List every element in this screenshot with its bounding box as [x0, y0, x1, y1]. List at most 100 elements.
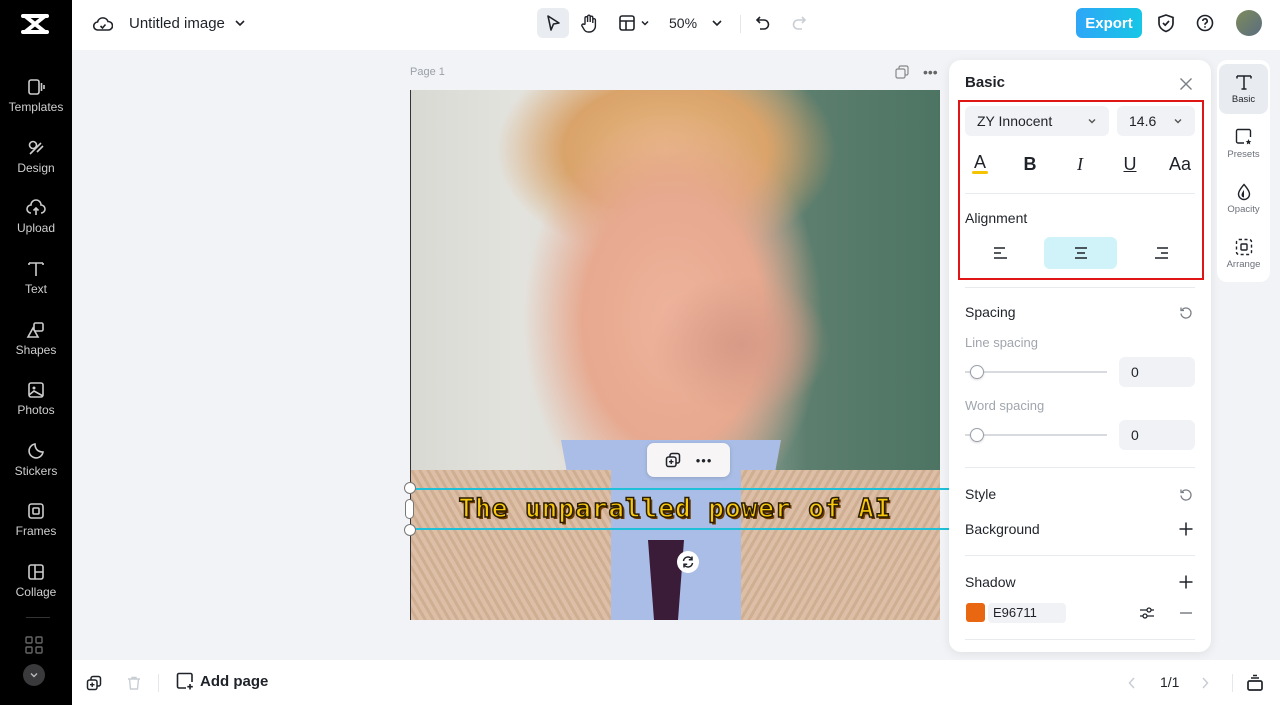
tab-arrange[interactable]: Arrange: [1219, 229, 1268, 279]
sidebar-item-label: Design: [17, 161, 55, 175]
line-spacing-slider[interactable]: [965, 371, 1107, 373]
sidebar-item-collage[interactable]: Collage: [0, 562, 72, 618]
sidebar-item-label: Templates: [8, 100, 64, 114]
top-toolbar: Untitled image 50% Export: [72, 0, 1280, 50]
style-label: Style: [965, 486, 997, 502]
add-page-button[interactable]: Add page: [176, 672, 268, 690]
cloud-check-icon: [93, 17, 113, 31]
zoom-dropdown-button[interactable]: [710, 16, 724, 30]
panel-divider: [965, 287, 1195, 288]
tab-presets[interactable]: Presets: [1219, 119, 1268, 169]
duplicate-page-icon[interactable]: [895, 65, 909, 79]
sidebar-item-label: Collage: [15, 585, 57, 599]
resize-handle-top-left[interactable]: [404, 482, 416, 494]
hand-tool-button[interactable]: [577, 10, 601, 36]
line-spacing-slider-handle[interactable]: [970, 365, 984, 379]
shapes-icon: [26, 322, 44, 338]
add-page-icon: [176, 672, 193, 690]
sidebar-item-upload[interactable]: Upload: [0, 198, 72, 254]
shadow-settings-button[interactable]: [1138, 604, 1156, 622]
page-stack-icon: [1247, 674, 1263, 691]
layout-menu-button[interactable]: [615, 12, 653, 34]
next-page-button[interactable]: [1198, 675, 1212, 691]
reset-style-button[interactable]: [1178, 487, 1194, 503]
templates-icon: [28, 79, 45, 95]
resize-handle-bottom-left[interactable]: [404, 524, 416, 536]
security-button[interactable]: [1155, 12, 1177, 34]
add-shadow-button[interactable]: [1177, 573, 1195, 591]
tab-label: Basic: [1231, 94, 1256, 105]
sidebar-item-text[interactable]: Text: [0, 259, 72, 315]
sidebar-item-frames[interactable]: Frames: [0, 501, 72, 557]
shadow-color-hex-input[interactable]: E96711: [988, 603, 1066, 623]
sidebar-item-label: Text: [24, 282, 47, 296]
chevron-right-icon: [1202, 677, 1209, 689]
element-floating-toolbar: •••: [647, 443, 730, 477]
plus-icon: [1179, 522, 1193, 536]
rotate-handle[interactable]: [677, 551, 699, 573]
canvas-image[interactable]: [410, 90, 940, 620]
resize-handle-left[interactable]: [405, 499, 414, 519]
word-spacing-slider[interactable]: [965, 434, 1107, 436]
word-spacing-slider-handle[interactable]: [970, 428, 984, 442]
word-spacing-label: Word spacing: [965, 398, 1045, 413]
close-panel-button[interactable]: [1177, 75, 1195, 93]
presets-icon: [1235, 128, 1251, 145]
undo-button[interactable]: [753, 13, 773, 33]
remove-shadow-button[interactable]: [1177, 604, 1195, 622]
shadow-color-swatch[interactable]: [966, 603, 985, 622]
user-avatar[interactable]: [1236, 10, 1262, 36]
word-spacing-input[interactable]: 0: [1119, 420, 1195, 450]
help-button[interactable]: [1194, 12, 1216, 34]
apps-icon[interactable]: [25, 636, 43, 654]
sidebar-divider: [26, 617, 50, 618]
panel-divider: [965, 555, 1195, 556]
sidebar-item-label: Frames: [15, 524, 57, 538]
toolbar-divider: [740, 15, 741, 33]
text-icon: [28, 262, 44, 276]
tab-label: Arrange: [1226, 259, 1261, 270]
export-button[interactable]: Export: [1076, 8, 1142, 38]
zoom-level[interactable]: 50%: [669, 15, 697, 31]
bottom-divider: [1232, 674, 1233, 692]
panel-divider: [965, 467, 1195, 468]
delete-page-button[interactable]: [125, 674, 143, 692]
panel-title: Basic: [965, 74, 1006, 91]
reset-spacing-button[interactable]: [1178, 305, 1194, 321]
rotate-icon: [682, 556, 694, 568]
sidebar-item-stickers[interactable]: Stickers: [0, 441, 72, 497]
sidebar-item-label: Upload: [16, 221, 56, 235]
undo-icon: [755, 16, 770, 30]
hand-icon: [581, 14, 597, 33]
reset-icon: [1180, 489, 1192, 501]
title-dropdown-button[interactable]: [232, 15, 248, 31]
photos-icon: [28, 382, 44, 398]
sidebar-item-photos[interactable]: Photos: [0, 380, 72, 436]
line-spacing-input[interactable]: 0: [1119, 357, 1195, 387]
select-tool-button[interactable]: [537, 8, 569, 38]
more-options-icon[interactable]: •••: [696, 453, 713, 468]
document-title[interactable]: Untitled image: [129, 15, 225, 32]
page-manager-button[interactable]: [1245, 673, 1265, 693]
capcut-logo-icon[interactable]: [17, 10, 53, 38]
panel-divider: [965, 639, 1195, 640]
previous-page-button[interactable]: [1125, 675, 1139, 691]
help-circle-icon: [1196, 14, 1214, 32]
duplicate-icon: [86, 675, 102, 691]
page-label: Page 1: [410, 66, 445, 78]
tab-basic[interactable]: Basic: [1219, 64, 1268, 114]
sidebar-item-design[interactable]: Design: [0, 138, 72, 194]
sidebar-item-templates[interactable]: Templates: [0, 77, 72, 133]
sidebar-item-shapes[interactable]: Shapes: [0, 320, 72, 376]
duplicate-icon[interactable]: [665, 452, 681, 468]
arrange-icon: [1235, 238, 1252, 256]
redo-button[interactable]: [789, 13, 809, 33]
add-background-button[interactable]: [1177, 520, 1195, 538]
duplicate-page-button[interactable]: [85, 674, 103, 692]
sidebar-expand-button[interactable]: [23, 664, 45, 686]
property-tabs: Basic Presets Opacity Arrange: [1217, 60, 1270, 282]
cursor-pointer-icon: [547, 15, 560, 31]
cloud-save-status[interactable]: [92, 13, 114, 35]
tab-opacity[interactable]: Opacity: [1219, 174, 1268, 224]
page-more-options-icon[interactable]: •••: [923, 64, 938, 80]
